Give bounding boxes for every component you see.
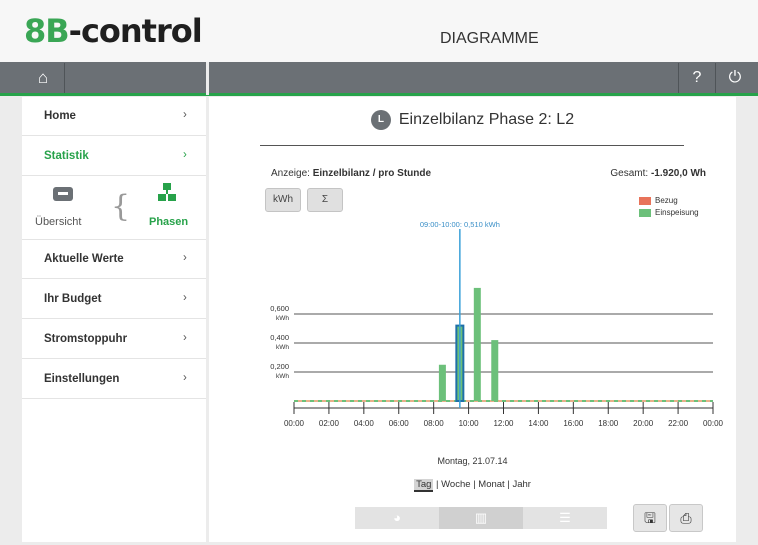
chevron-right-icon: › — [183, 372, 187, 384]
sidebar-item-label: Aktuelle Werte — [44, 253, 124, 265]
kwh-button[interactable]: kWh — [265, 188, 301, 212]
pie-chart-icon: ◕ — [393, 510, 401, 525]
x-tick-label: 14:00 — [528, 419, 549, 428]
x-tick-label: 16:00 — [563, 419, 584, 428]
sidebar-item-label: Home — [44, 110, 76, 122]
title-divider — [260, 145, 684, 146]
pie-chart-tab[interactable]: ◕ — [355, 507, 439, 529]
chart-title: L Einzelbilanz Phase 2: L2 — [209, 110, 736, 130]
home-icon: ⌂ — [37, 68, 49, 87]
save-icon: 🖫 — [644, 510, 656, 526]
y-tick-unit: kWh — [276, 344, 289, 351]
period-tag[interactable]: Tag — [414, 479, 434, 492]
energy-chart[interactable]: 0,200 kWh 0,400 kWh 0,600 kWh 00:00 02:00 04:00 0… — [209, 217, 736, 457]
chevron-right-icon: › — [183, 252, 187, 264]
chevron-right-icon: › — [183, 292, 187, 304]
sidebar-item-home[interactable]: Home › — [22, 97, 206, 136]
submenu-phasen[interactable]: Phasen — [149, 216, 188, 228]
period-monat[interactable]: Monat — [478, 479, 504, 490]
main-panel: L Einzelbilanz Phase 2: L2 Anzeige: Einze… — [209, 97, 736, 542]
power-icon: ⏻ — [728, 69, 742, 86]
period-jahr[interactable]: Jahr — [512, 479, 530, 490]
phases-icon[interactable] — [155, 182, 179, 210]
bar-chart-icon: ▥ — [474, 510, 488, 525]
app-header: 8B-control DIAGRAMME — [0, 0, 758, 63]
legend-item-bezug: Bezug — [639, 195, 699, 207]
sidebar-item-aktuelle-werte[interactable]: Aktuelle Werte › — [22, 240, 206, 279]
power-button[interactable]: ⏻ — [715, 63, 754, 93]
brace-divider: { — [111, 189, 131, 224]
statistik-submenu: Übersicht { Phasen — [22, 177, 206, 240]
submenu-uebersicht[interactable]: Übersicht — [35, 216, 81, 228]
period-woche[interactable]: Woche — [441, 479, 470, 490]
top-toolbar — [0, 62, 758, 96]
bar — [491, 340, 499, 401]
y-tick-label: 0,600 — [270, 304, 289, 313]
chart-date: Montag, 21.07.14 — [437, 456, 508, 466]
chevron-right-icon: › — [183, 332, 187, 344]
print-button[interactable]: ⎙ — [669, 504, 703, 532]
y-tick-label: 0,200 — [270, 362, 289, 371]
print-icon: ⎙ — [680, 510, 692, 526]
sidebar-item-statistik[interactable]: Statistik › — [22, 137, 206, 176]
sidebar-item-stromstoppuhr[interactable]: Stromstoppuhr › — [22, 320, 206, 359]
x-tick-label: 10:00 — [459, 419, 480, 428]
y-tick-label: 0,400 — [270, 333, 289, 342]
x-tick-label: 20:00 — [633, 419, 654, 428]
chevron-right-icon: › — [183, 149, 187, 161]
x-tick-label: 00:00 — [284, 419, 305, 428]
page-title: DIAGRAMME — [440, 30, 539, 47]
sidebar: Home › Statistik › Übersicht { Phasen Aktu… — [22, 97, 206, 542]
bar-chart-tab[interactable]: ▥ — [439, 507, 523, 529]
overview-icon[interactable] — [52, 185, 74, 203]
legend: Bezug Einspeisung — [639, 195, 699, 219]
legend-swatch — [639, 208, 651, 217]
display-mode: Anzeige: Einzelbilanz / pro Stunde — [271, 168, 432, 179]
x-tick-label: 04:00 — [354, 419, 375, 428]
y-tick-unit: kWh — [276, 373, 289, 380]
x-tick-label: 22:00 — [668, 419, 689, 428]
sidebar-item-ihr-budget[interactable]: Ihr Budget › — [22, 280, 206, 319]
x-tick-label: 08:00 — [424, 419, 445, 428]
sidebar-item-label: Stromstoppuhr — [44, 333, 128, 345]
y-tick-unit: kWh — [276, 315, 289, 322]
x-tick-label: 02:00 — [319, 419, 340, 428]
logo: 8B-control — [24, 12, 203, 50]
hover-label: 09:00-10:00: 0,510 kWh — [420, 220, 500, 229]
list-chart-icon: ☰ — [559, 510, 571, 525]
x-tick-label: 06:00 — [389, 419, 410, 428]
x-tick-label: 18:00 — [598, 419, 619, 428]
x-tick-label: 12:00 — [493, 419, 514, 428]
home-button[interactable]: ⌂ — [22, 63, 65, 93]
chart-title-text: Einzelbilanz Phase 2: L2 — [398, 111, 575, 129]
chart-type-tabs: ◕ ▥ ☰ — [355, 507, 607, 529]
save-button[interactable]: 🖫 — [633, 504, 667, 532]
bar — [473, 287, 481, 401]
sidebar-item-label: Ihr Budget — [44, 293, 102, 305]
total-value: Gesamt: -1.920,0 Wh — [610, 168, 706, 179]
legend-swatch — [639, 196, 651, 205]
sum-button[interactable]: Σ — [307, 188, 343, 212]
toolbar-separator — [206, 62, 209, 95]
list-chart-tab[interactable]: ☰ — [523, 507, 607, 529]
period-selector: Tag | Woche | Monat | Jahr — [414, 479, 531, 492]
sidebar-item-label: Einstellungen — [44, 373, 120, 385]
x-tick-label: 00:00 — [703, 419, 724, 428]
chevron-right-icon: › — [183, 109, 187, 121]
sidebar-item-einstellungen[interactable]: Einstellungen › — [22, 360, 206, 399]
phase-badge-icon: L — [370, 110, 391, 130]
bar — [438, 364, 446, 401]
help-button[interactable]: ? — [678, 63, 715, 93]
sidebar-item-label: Statistik — [44, 150, 89, 162]
